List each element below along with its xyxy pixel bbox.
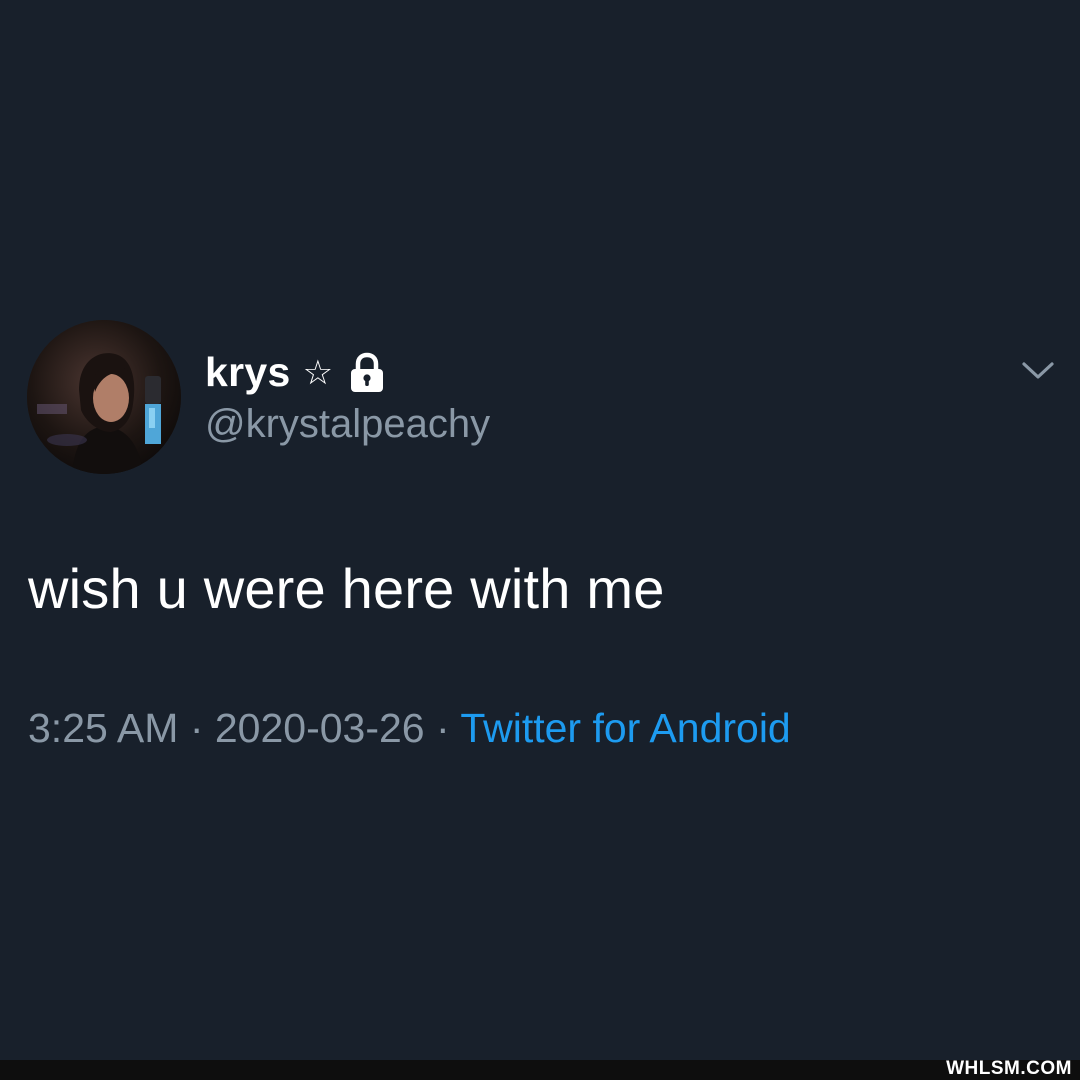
- display-name-row: krys ☆: [205, 346, 387, 398]
- avatar-photo-icon: [27, 320, 181, 474]
- display-name[interactable]: krys: [205, 349, 291, 396]
- tweet-date[interactable]: 2020-03-26: [215, 705, 425, 751]
- tweet-card: krys ☆ @krystalpeachy wish u were here w…: [0, 0, 1080, 1060]
- tweet-source-link[interactable]: Twitter for Android: [460, 705, 790, 751]
- user-handle[interactable]: @krystalpeachy: [205, 402, 490, 447]
- avatar[interactable]: [27, 320, 181, 474]
- tweet-metadata: 3:25 AM · 2020-03-26 · Twitter for Andro…: [28, 705, 791, 752]
- chevron-down-icon[interactable]: [1020, 358, 1056, 384]
- meta-separator: ·: [178, 705, 215, 751]
- tweet-time[interactable]: 3:25 AM: [28, 705, 178, 751]
- meta-separator: ·: [424, 705, 461, 751]
- watermark: WHLSM.COM: [946, 1058, 1072, 1079]
- lock-icon: [347, 350, 387, 394]
- watermark-bar: [0, 1060, 1080, 1080]
- tweet-text: wish u were here with me: [28, 557, 665, 620]
- star-emoji: ☆: [302, 353, 334, 393]
